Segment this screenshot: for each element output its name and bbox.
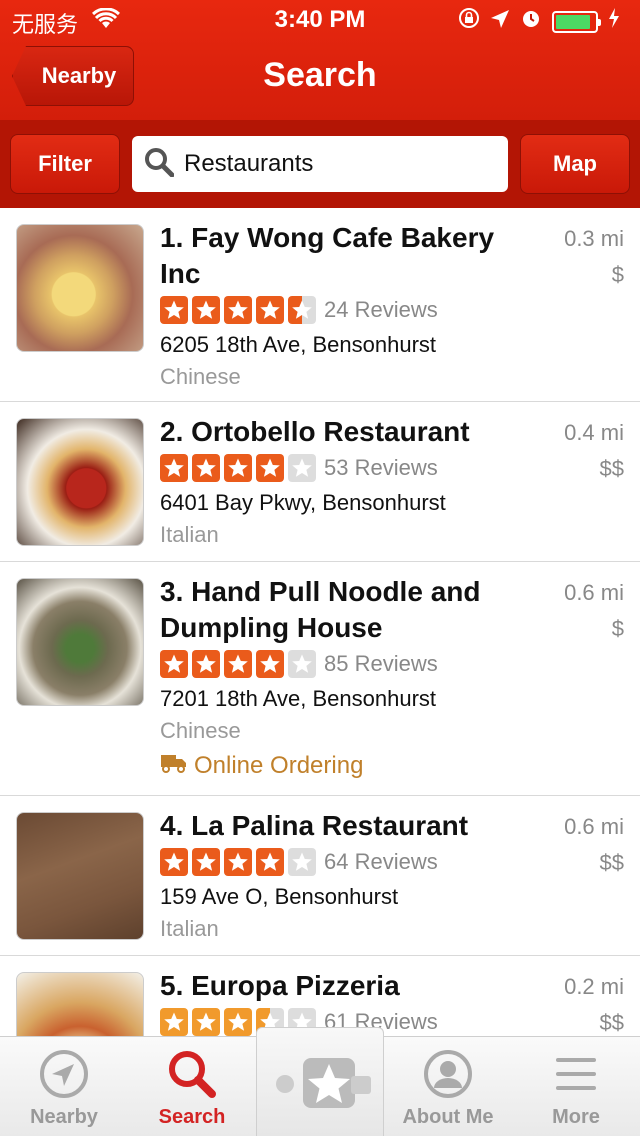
tab-more[interactable]: More xyxy=(512,1037,640,1136)
half-star-icon xyxy=(288,296,316,324)
address: 159 Ave O, Bensonhurst xyxy=(160,884,399,909)
tab-label: Nearby xyxy=(30,1106,98,1128)
online-ordering-label: Online Ordering xyxy=(194,751,364,779)
search-icon xyxy=(164,1046,220,1102)
tab-label: More xyxy=(552,1106,600,1128)
tab-bar: Nearby Search About Me More xyxy=(0,1027,640,1136)
address: 7201 18th Ave, Bensonhurst xyxy=(160,686,437,711)
star-icon xyxy=(224,1008,252,1036)
review-count: 85 Reviews xyxy=(324,651,438,676)
location-icon xyxy=(490,8,510,36)
distance: 0.3 mi xyxy=(564,226,624,251)
search-field[interactable] xyxy=(132,136,508,192)
business-name: 4. La Palina Restaurant xyxy=(160,810,469,841)
rating-stars: 64 Reviews xyxy=(160,848,438,876)
category: Chinese xyxy=(160,718,241,743)
business-name: 2. Ortobello Restaurant xyxy=(160,416,470,447)
star-icon xyxy=(256,454,284,482)
navigation-bar: Nearby Search xyxy=(0,40,640,116)
rotation-lock-icon xyxy=(458,7,480,36)
rating-stars: 85 Reviews xyxy=(160,650,438,678)
online-ordering-link[interactable]: Online Ordering xyxy=(160,750,363,781)
filter-button[interactable]: Filter xyxy=(10,134,120,194)
star-icon xyxy=(224,650,252,678)
page-title: Search xyxy=(263,56,377,94)
star-icon xyxy=(256,848,284,876)
category: Chinese xyxy=(160,364,241,389)
tab-about-me[interactable]: About Me xyxy=(384,1037,512,1136)
results-list[interactable]: 1. Fay Wong Cafe Bakery Inc 0.3 mi $ 24 … xyxy=(0,208,640,1036)
rating-stars: 53 Reviews xyxy=(160,454,438,482)
tab-nearby[interactable]: Nearby xyxy=(0,1037,128,1136)
price-range: $$ xyxy=(599,1010,624,1035)
review-count: 24 Reviews xyxy=(324,297,438,322)
business-name: 1. Fay Wong Cafe Bakery Inc xyxy=(160,222,495,289)
distance: 0.2 mi xyxy=(564,974,624,999)
search-input[interactable] xyxy=(184,150,484,178)
star-icon xyxy=(192,650,220,678)
distance: 0.4 mi xyxy=(564,420,624,445)
price-range: $ xyxy=(611,616,624,641)
price-range: $$ xyxy=(599,850,624,875)
list-item[interactable]: 1. Fay Wong Cafe Bakery Inc 0.3 mi $ 24 … xyxy=(0,208,640,402)
camera-icon xyxy=(351,1075,371,1094)
price-range: $$ xyxy=(599,456,624,481)
tab-search[interactable]: Search xyxy=(128,1037,256,1136)
menu-icon xyxy=(548,1046,604,1102)
rating-stars: 24 Reviews xyxy=(160,296,438,324)
star-icon xyxy=(160,848,188,876)
category: Italian xyxy=(160,916,219,941)
list-item[interactable]: 2. Ortobello Restaurant 0.4 mi $$ 53 Rev… xyxy=(0,402,640,562)
star-icon xyxy=(256,296,284,324)
business-photo xyxy=(16,578,144,706)
business-name: 3. Hand Pull Noodle and Dumpling House xyxy=(160,576,481,643)
star-icon xyxy=(192,848,220,876)
list-item[interactable]: 4. La Palina Restaurant 0.6 mi $$ 64 Rev… xyxy=(0,796,640,956)
check-in-review-button[interactable] xyxy=(256,1027,384,1136)
star-icon xyxy=(224,296,252,324)
business-photo xyxy=(16,812,144,940)
star-icon xyxy=(160,296,188,324)
price-range: $ xyxy=(611,262,624,287)
gear-icon xyxy=(276,1074,294,1093)
distance: 0.6 mi xyxy=(564,814,624,839)
star-icon xyxy=(160,650,188,678)
delivery-truck-icon xyxy=(160,750,188,781)
tab-label: Search xyxy=(158,1106,226,1128)
tab-label: About Me xyxy=(402,1106,494,1128)
star-icon xyxy=(256,650,284,678)
alarm-icon xyxy=(520,7,542,36)
list-item[interactable]: 3. Hand Pull Noodle and Dumpling House 0… xyxy=(0,562,640,796)
star-icon xyxy=(192,454,220,482)
header: 无服务 3:40 PM Nearby Search Filter Restaur… xyxy=(0,0,640,208)
charging-icon xyxy=(608,7,620,36)
address: 6205 18th Ave, Bensonhurst xyxy=(160,332,437,357)
empty-star-icon xyxy=(288,650,316,678)
star-icon xyxy=(160,1008,188,1036)
business-name: 5. Europa Pizzeria xyxy=(160,970,400,1001)
business-photo xyxy=(16,224,144,352)
star-icon xyxy=(160,454,188,482)
star-icon xyxy=(224,454,252,482)
status-bar: 无服务 3:40 PM xyxy=(0,0,640,40)
list-item[interactable]: 5. Europa Pizzeria 0.2 mi $$ 61 Reviews xyxy=(0,956,640,1036)
star-icon xyxy=(224,848,252,876)
review-count: 64 Reviews xyxy=(324,849,438,874)
battery-icon xyxy=(552,10,601,33)
user-avatar-icon xyxy=(420,1046,476,1102)
category: Italian xyxy=(160,522,219,547)
address: 6401 Bay Pkwy, Bensonhurst xyxy=(160,490,446,515)
distance: 0.6 mi xyxy=(564,580,624,605)
empty-star-icon xyxy=(288,454,316,482)
search-bar: Filter Map xyxy=(0,120,640,208)
star-icon xyxy=(192,1008,220,1036)
search-icon xyxy=(144,147,175,182)
empty-star-icon xyxy=(288,848,316,876)
star-icon xyxy=(192,296,220,324)
review-count: 53 Reviews xyxy=(324,455,438,480)
map-button[interactable]: Map xyxy=(520,134,630,194)
compass-icon xyxy=(36,1046,92,1102)
business-photo xyxy=(16,418,144,546)
business-photo xyxy=(16,972,144,1036)
